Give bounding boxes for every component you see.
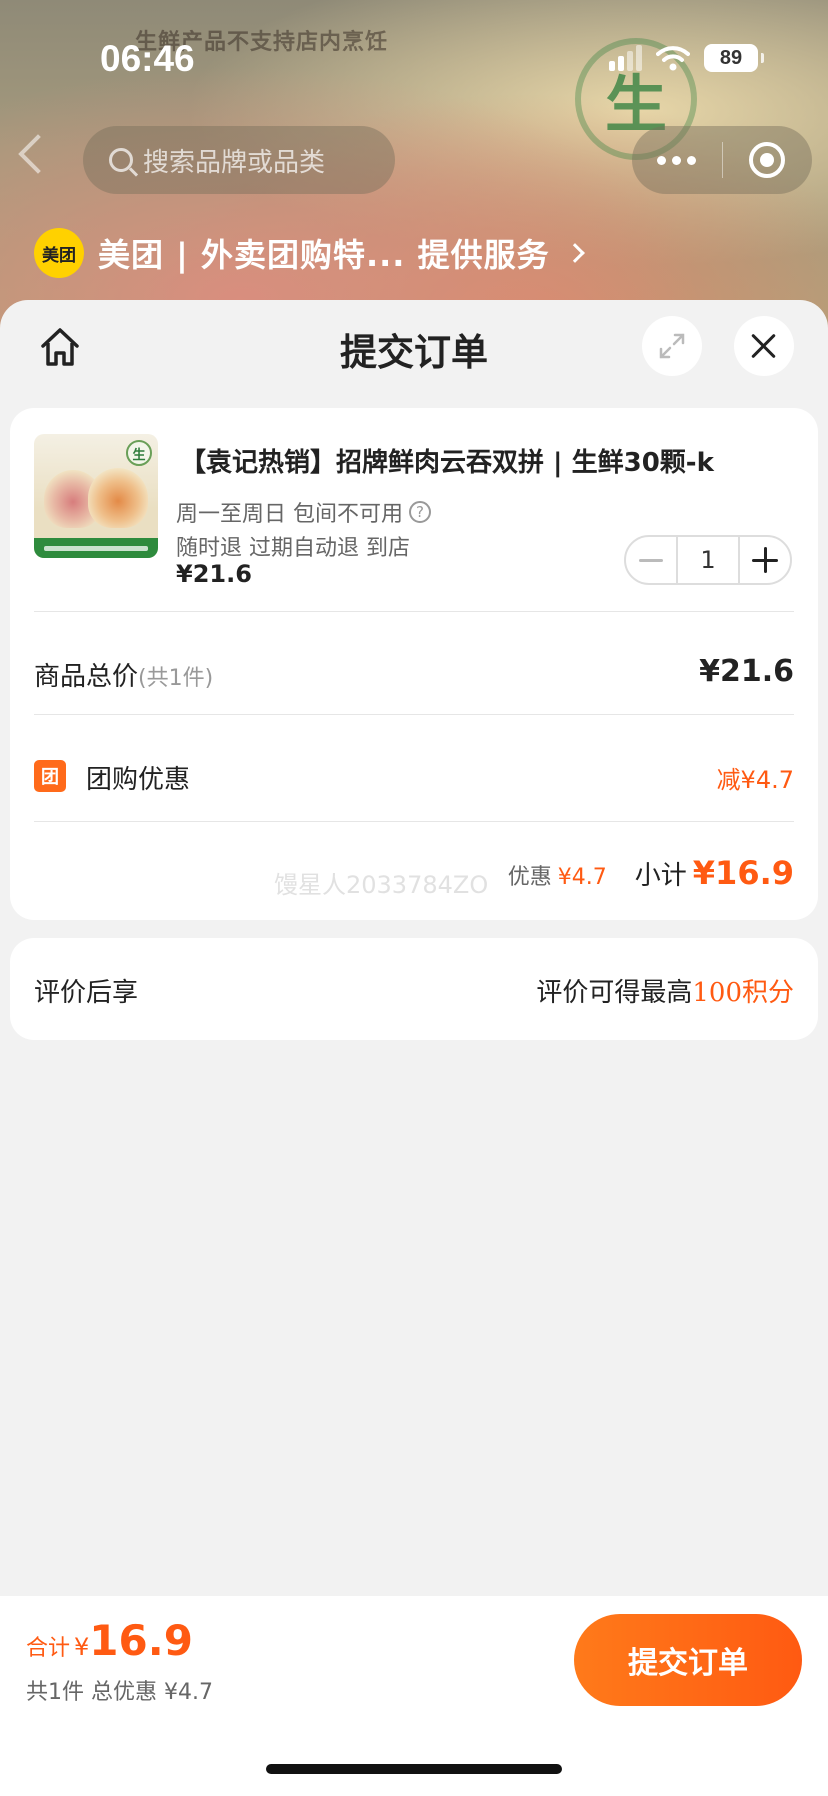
status-icons: 89 (609, 44, 764, 72)
close-button[interactable] (734, 316, 794, 376)
product-seal: 生 (126, 440, 152, 466)
group-buy-discount-label: 团购优惠 (86, 765, 191, 795)
sheet-header: 提交订单 (0, 300, 828, 400)
target-icon (749, 142, 786, 178)
product-policy: 随时退 过期自动退 到店 (176, 536, 410, 561)
close-miniprogram-button[interactable] (723, 142, 813, 178)
review-reward-card[interactable]: 评价后享 评价可得最高100积分 (10, 938, 818, 1040)
cellular-signal-icon (609, 45, 642, 71)
expand-button[interactable] (642, 316, 702, 376)
review-reward-label: 评价后享 (34, 978, 139, 1008)
group-buy-discount-value: 减¥4.7 (716, 766, 794, 794)
search-input[interactable]: 搜索品牌或品类 (83, 126, 395, 194)
product-availability: 周一至周日 包间不可用 ? (176, 496, 431, 528)
home-indicator[interactable] (266, 1764, 562, 1774)
order-total-detail: 共1件 总优惠 ¥4.7 (26, 1680, 213, 1705)
expand-icon (659, 333, 685, 359)
provider-row[interactable]: 美团 美团 | 外卖团购特... 提供服务 (34, 228, 585, 278)
help-icon[interactable]: ? (409, 501, 431, 523)
checkout-bar: 合计 ¥ 16.9 共1件 总优惠 ¥4.7 提交订单 (0, 1596, 828, 1796)
wifi-icon (656, 46, 690, 71)
review-reward-info: 评价可得最高100积分 (536, 972, 794, 1009)
availability-text: 周一至周日 包间不可用 (176, 502, 403, 527)
increase-quantity-button[interactable] (740, 537, 790, 583)
status-time: 06:46 (100, 38, 195, 79)
search-icon (109, 148, 133, 172)
subtotal-discount-value: ¥4.7 (557, 865, 607, 890)
miniprogram-capsule (632, 126, 812, 194)
product-price: ¥21.6 (176, 560, 252, 588)
submit-order-button[interactable]: 提交订单 (574, 1614, 802, 1706)
total-price-value: ¥21.6 (699, 654, 794, 689)
provider-text: 美团 | 外卖团购特... 提供服务 (98, 236, 550, 274)
subtotal-row: 优惠 ¥4.7 小计 ¥16.9 (508, 854, 794, 892)
divider (34, 611, 794, 612)
item-count: (共1件) (138, 666, 214, 691)
review-reward-text: 评价可得最高 (536, 978, 693, 1008)
quantity-stepper: 1 (624, 535, 792, 585)
total-price-label: 商品总价(共1件) (34, 662, 214, 692)
chevron-right-icon (564, 243, 585, 263)
subtotal-discount-label: 优惠 (507, 865, 552, 890)
divider (34, 821, 794, 822)
meituan-logo: 美团 (34, 228, 84, 278)
product-image[interactable]: 生 (34, 434, 158, 558)
watermark-text: 馒星人2033784ZO (274, 871, 489, 899)
decrease-quantity-button[interactable] (626, 537, 676, 583)
page-title: 提交订单 (340, 331, 488, 374)
order-total-value: 16.9 (89, 1616, 193, 1665)
battery-indicator: 89 (704, 44, 764, 72)
product-title[interactable]: 【袁记热销】招牌鲜肉云吞双拼 | 生鲜30颗-k (180, 442, 800, 479)
quantity-value[interactable]: 1 (676, 537, 740, 583)
currency-symbol: ¥ (74, 1633, 90, 1661)
more-options-icon[interactable] (632, 155, 722, 165)
order-total-label: 合计 (26, 1636, 71, 1661)
divider (34, 714, 794, 715)
search-placeholder: 搜索品牌或品类 (143, 147, 326, 178)
order-total: 合计 ¥ 16.9 (26, 1616, 193, 1665)
subtotal-label: 小计 (634, 861, 687, 891)
review-points: 100积分 (692, 978, 794, 1008)
order-sheet: 提交订单 生 【袁记热销】招牌鲜肉云吞双拼 | 生鲜30颗-k 周一至周日 包间… (0, 300, 828, 1796)
order-card: 生 【袁记热销】招牌鲜肉云吞双拼 | 生鲜30颗-k 周一至周日 包间不可用 ?… (10, 408, 818, 920)
close-icon (750, 332, 778, 360)
group-buy-badge: 团 (34, 760, 66, 792)
subtotal-value: ¥16.9 (692, 854, 794, 892)
